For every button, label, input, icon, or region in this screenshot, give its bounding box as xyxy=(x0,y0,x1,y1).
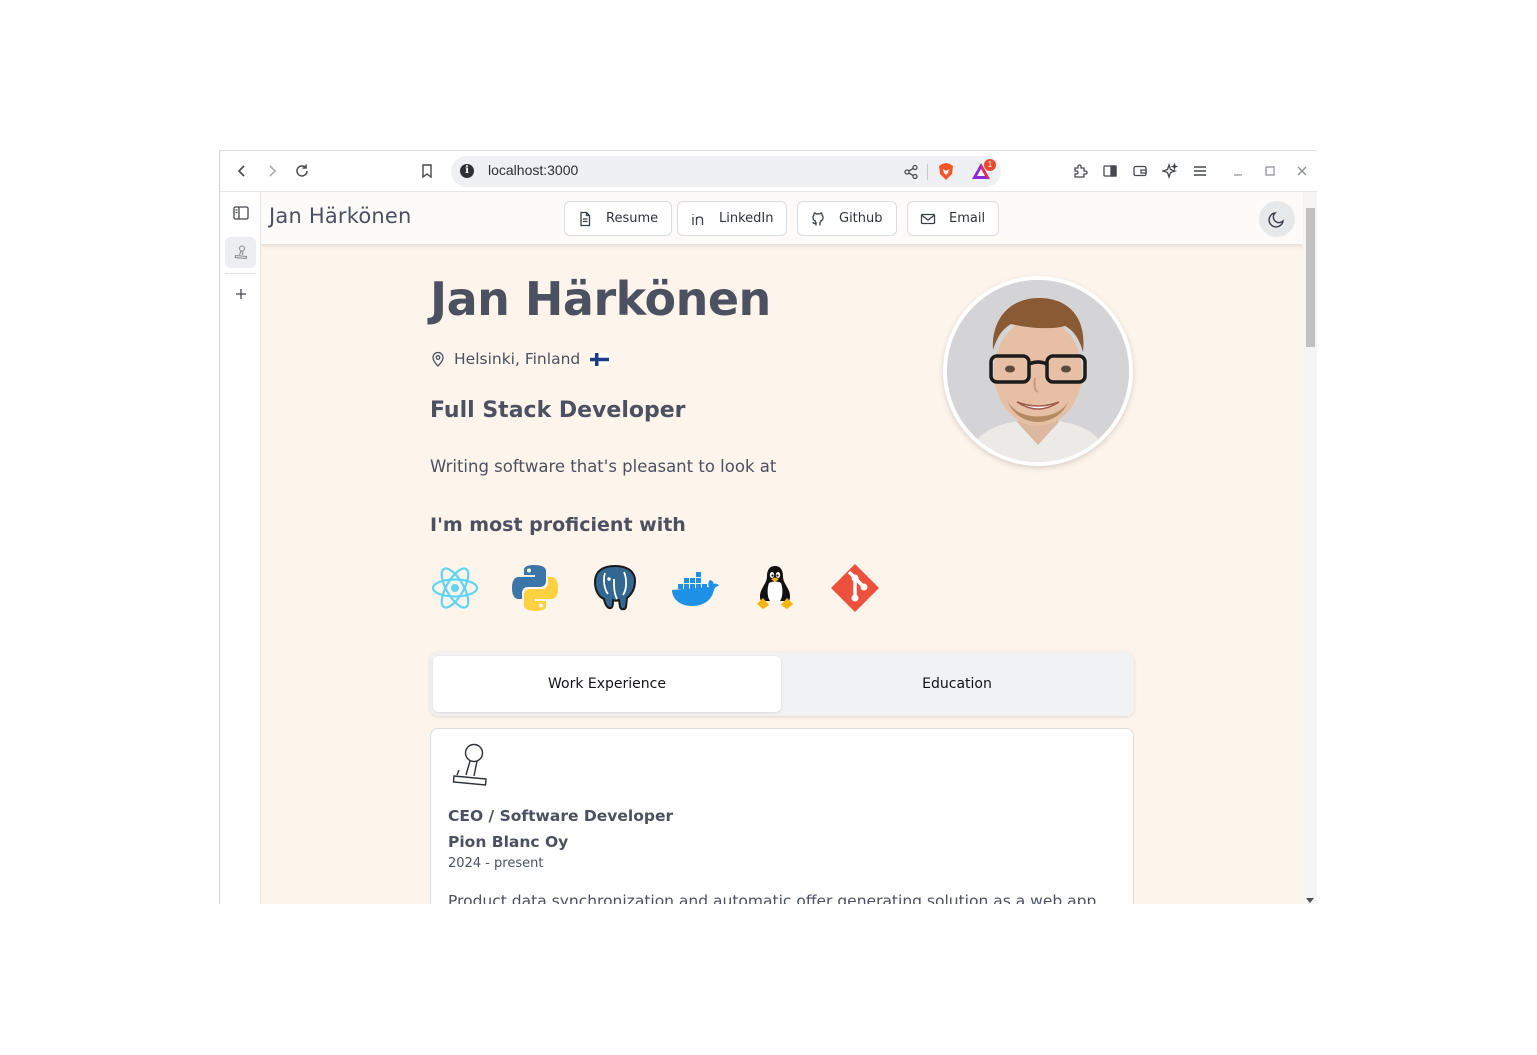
profile-avatar xyxy=(943,276,1133,466)
github-icon xyxy=(812,211,824,225)
experience-tabs: Work Experience Education xyxy=(430,652,1134,716)
finland-flag-icon xyxy=(590,352,610,366)
bookmark-icon[interactable] xyxy=(416,160,438,182)
maximize-icon[interactable] xyxy=(1259,160,1281,182)
site-navbar: Jan Härkönen Resume LinkedIn Github Emai… xyxy=(261,192,1303,244)
tagline: Writing software that's pleasant to look… xyxy=(430,457,777,476)
sidebar-toggle-icon[interactable] xyxy=(1099,160,1121,182)
location-pin-icon xyxy=(432,351,444,367)
page-viewport: Jan Härkönen Resume LinkedIn Github Emai… xyxy=(261,192,1303,904)
experience-role: CEO / Software Developer xyxy=(448,807,674,825)
vertical-tab-strip xyxy=(220,192,261,904)
linkedin-button[interactable]: LinkedIn xyxy=(677,201,788,236)
docker-icon xyxy=(670,563,720,613)
mail-icon xyxy=(920,213,936,224)
url-text[interactable]: localhost:3000 xyxy=(488,162,578,178)
menu-icon[interactable] xyxy=(1189,160,1211,182)
hero-name: Jan Härkönen xyxy=(430,272,771,326)
address-bar[interactable]: i localhost:3000 1 xyxy=(451,156,1001,187)
close-icon[interactable] xyxy=(1291,160,1313,182)
document-icon xyxy=(580,211,591,226)
minimize-icon[interactable] xyxy=(1227,160,1249,182)
back-icon[interactable] xyxy=(231,160,253,182)
github-button[interactable]: Github xyxy=(797,201,897,236)
email-label: Email xyxy=(949,211,986,226)
rewards-badge: 1 xyxy=(984,159,996,171)
url-divider xyxy=(927,164,928,180)
theme-toggle-button[interactable] xyxy=(1259,201,1295,237)
git-icon xyxy=(830,563,880,613)
leo-ai-icon[interactable] xyxy=(1159,160,1181,182)
postgresql-icon xyxy=(590,563,640,613)
job-title: Full Stack Developer xyxy=(430,398,686,423)
new-tab-icon[interactable] xyxy=(225,278,256,309)
wallet-icon[interactable] xyxy=(1129,160,1151,182)
browser-toolbar: i localhost:3000 1 xyxy=(220,151,1317,192)
github-label: Github xyxy=(839,211,883,226)
site-info-icon[interactable]: i xyxy=(460,164,474,178)
experience-card: CEO / Software Developer Pion Blanc Oy 2… xyxy=(430,728,1134,904)
tab-education[interactable]: Education xyxy=(783,656,1131,712)
scrollbar-thumb[interactable] xyxy=(1306,208,1315,347)
brave-shields-icon[interactable] xyxy=(937,162,955,181)
share-icon[interactable] xyxy=(903,164,919,180)
scroll-down-arrow-icon[interactable] xyxy=(1306,898,1314,903)
tab-divider xyxy=(225,273,256,274)
forward-icon[interactable] xyxy=(261,160,283,182)
linkedin-icon xyxy=(692,213,704,225)
profile-photo xyxy=(947,280,1129,462)
react-icon xyxy=(430,563,480,613)
site-brand[interactable]: Jan Härkönen xyxy=(269,204,412,228)
email-button[interactable]: Email xyxy=(907,201,1000,236)
company-stamp-logo xyxy=(452,743,487,786)
page-scrollbar[interactable] xyxy=(1303,192,1317,904)
resume-button[interactable]: Resume xyxy=(564,201,673,236)
linux-icon xyxy=(750,563,800,613)
location: Helsinki, Finland xyxy=(430,350,610,368)
tab-favicon-stamp-icon[interactable] xyxy=(225,237,256,268)
browser-window: i localhost:3000 1 Jan Härkönen Resume L… xyxy=(219,150,1317,904)
python-icon xyxy=(510,563,560,613)
experience-dates: 2024 - present xyxy=(448,856,544,871)
moon-icon xyxy=(1268,211,1285,228)
linkedin-label: LinkedIn xyxy=(719,211,774,226)
sidebar-panel-icon[interactable] xyxy=(225,197,256,228)
reload-icon[interactable] xyxy=(291,160,313,182)
location-text: Helsinki, Finland xyxy=(454,350,581,368)
tech-stack xyxy=(430,563,910,613)
extensions-icon[interactable] xyxy=(1069,160,1091,182)
experience-company: Pion Blanc Oy xyxy=(448,833,569,851)
tab-work-experience[interactable]: Work Experience xyxy=(433,656,781,712)
experience-description: Product data synchronization and automat… xyxy=(448,892,1097,904)
resume-label: Resume xyxy=(606,211,659,226)
proficient-heading: I'm most proficient with xyxy=(430,514,686,536)
